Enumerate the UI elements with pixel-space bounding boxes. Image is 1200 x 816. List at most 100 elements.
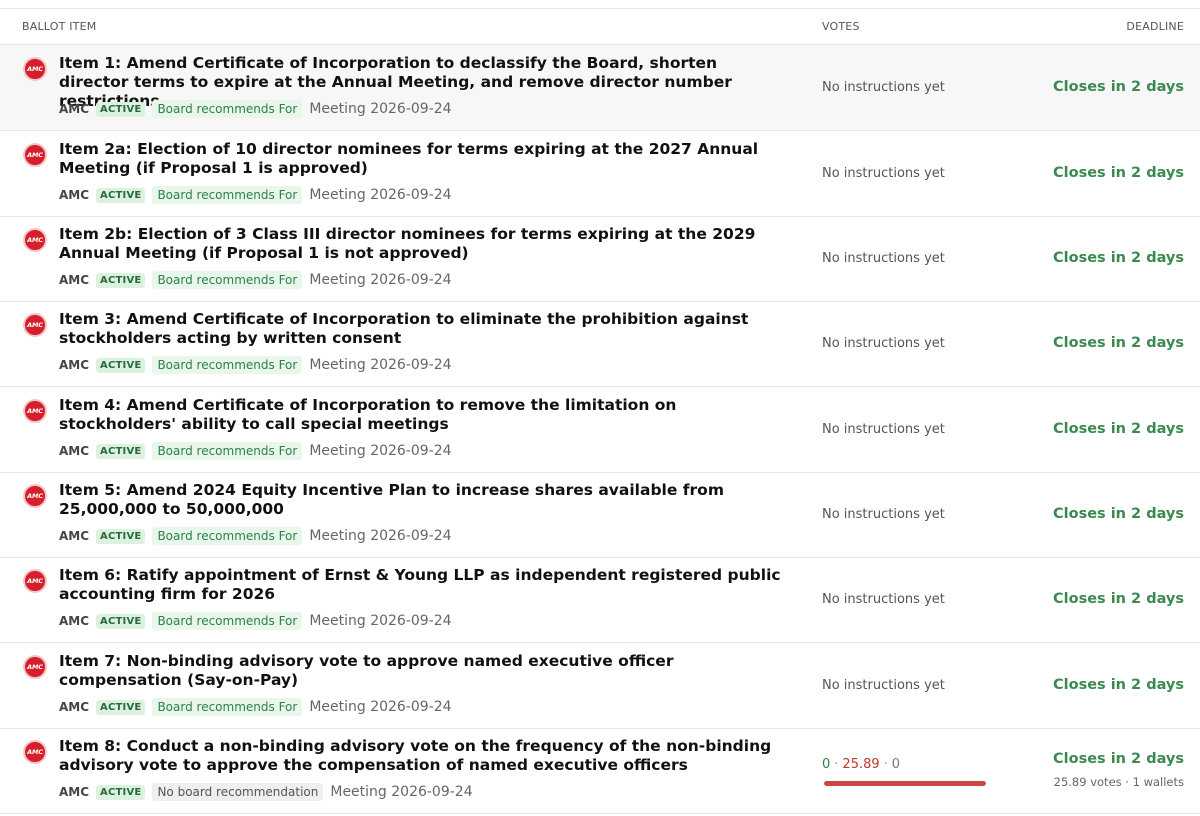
recommendation-badge: Board recommends For: [152, 698, 303, 716]
votes-status: No instructions yet: [822, 80, 945, 95]
ballot-row[interactable]: AMC Item 8: Conduct a non-binding adviso…: [0, 728, 1200, 814]
ticker: AMC: [59, 444, 90, 458]
status-badge: ACTIVE: [96, 613, 146, 629]
status-badge: ACTIVE: [96, 528, 146, 544]
deadline-text: Closes in 2 days: [1053, 421, 1184, 437]
status-badge: ACTIVE: [96, 699, 146, 715]
meeting-date: Meeting 2026-09-24: [330, 784, 473, 800]
recommendation-badge: Board recommends For: [152, 356, 303, 374]
item-meta: AMC ACTIVE Board recommends For Meeting …: [59, 99, 452, 119]
recommendation-badge: Board recommends For: [152, 527, 303, 545]
ticker: AMC: [59, 102, 90, 116]
amc-logo-icon: AMC: [23, 655, 47, 679]
vote-summary: 25.89 votes · 1 wallets: [1053, 775, 1184, 789]
amc-logo-icon: AMC: [23, 57, 47, 81]
deadline-text: Closes in 2 days: [1053, 506, 1184, 522]
ticker: AMC: [59, 700, 90, 714]
votes-status: No instructions yet: [822, 592, 945, 607]
meeting-date: Meeting 2026-09-24: [309, 187, 452, 203]
recommendation-badge: Board recommends For: [152, 186, 303, 204]
deadline-text: Closes in 2 days: [1053, 165, 1184, 181]
item-meta: AMC ACTIVE Board recommends For Meeting …: [59, 355, 452, 375]
amc-logo-icon: AMC: [23, 484, 47, 508]
ticker: AMC: [59, 614, 90, 628]
meeting-date: Meeting 2026-09-24: [309, 101, 452, 117]
ballot-row[interactable]: AMC Item 2a: Election of 10 director nom…: [0, 131, 1200, 217]
ballot-row[interactable]: AMC Item 4: Amend Certificate of Incorpo…: [0, 387, 1200, 473]
amc-logo-icon: AMC: [23, 228, 47, 252]
deadline-text: Closes in 2 days: [1053, 250, 1184, 266]
ballot-item-title[interactable]: Item 6: Ratify appointment of Ernst & Yo…: [59, 566, 789, 604]
votes-status: No instructions yet: [822, 166, 945, 181]
recommendation-badge: No board recommendation: [152, 783, 324, 801]
header-votes: VOTES: [822, 20, 860, 33]
meeting-date: Meeting 2026-09-24: [309, 528, 452, 544]
header-ballot-item: BALLOT ITEM: [22, 20, 97, 33]
status-badge: ACTIVE: [96, 443, 146, 459]
ballot-row[interactable]: AMC Item 7: Non-binding advisory vote to…: [0, 643, 1200, 729]
ballot-row[interactable]: AMC Item 1: Amend Certificate of Incorpo…: [0, 45, 1200, 131]
item-meta: AMC ACTIVE Board recommends For Meeting …: [59, 611, 452, 631]
ballot-item-title[interactable]: Item 3: Amend Certificate of Incorporati…: [59, 310, 789, 348]
amc-logo-icon: AMC: [23, 740, 47, 764]
deadline-text: Closes in 2 days: [1053, 751, 1184, 767]
status-badge: ACTIVE: [96, 187, 146, 203]
amc-logo-icon: AMC: [23, 313, 47, 337]
meeting-date: Meeting 2026-09-24: [309, 272, 452, 288]
amc-logo-icon: AMC: [23, 399, 47, 423]
deadline-text: Closes in 2 days: [1053, 79, 1184, 95]
ballot-row[interactable]: AMC Item 6: Ratify appointment of Ernst …: [0, 557, 1200, 643]
ticker: AMC: [59, 188, 90, 202]
recommendation-badge: Board recommends For: [152, 100, 303, 118]
item-meta: AMC ACTIVE Board recommends For Meeting …: [59, 441, 452, 461]
ballot-table: BALLOT ITEM VOTES DEADLINE AMC Item 1: A…: [0, 0, 1200, 816]
tally-separator: ·: [834, 757, 839, 772]
ballot-item-title[interactable]: Item 7: Non-binding advisory vote to app…: [59, 652, 789, 690]
vote-tally: 0 · 25.89 · 0: [822, 757, 900, 772]
item-meta: AMC ACTIVE No board recommendation Meeti…: [59, 782, 473, 802]
meeting-date: Meeting 2026-09-24: [309, 613, 452, 629]
status-badge: ACTIVE: [96, 272, 146, 288]
recommendation-badge: Board recommends For: [152, 271, 303, 289]
votes-abstain: 0: [891, 757, 901, 772]
ballot-item-title[interactable]: Item 4: Amend Certificate of Incorporati…: [59, 396, 789, 434]
votes-for: 0: [822, 757, 831, 772]
ticker: AMC: [59, 529, 90, 543]
ballot-item-title[interactable]: Item 2a: Election of 10 director nominee…: [59, 140, 789, 178]
status-badge: ACTIVE: [96, 357, 146, 373]
item-meta: AMC ACTIVE Board recommends For Meeting …: [59, 697, 452, 717]
ballot-row[interactable]: AMC Item 2b: Election of 3 Class III dir…: [0, 216, 1200, 302]
item-meta: AMC ACTIVE Board recommends For Meeting …: [59, 270, 452, 290]
recommendation-badge: Board recommends For: [152, 442, 303, 460]
deadline-text: Closes in 2 days: [1053, 335, 1184, 351]
item-meta: AMC ACTIVE Board recommends For Meeting …: [59, 185, 452, 205]
table-header: BALLOT ITEM VOTES DEADLINE: [0, 9, 1200, 45]
recommendation-badge: Board recommends For: [152, 612, 303, 630]
header-deadline: DEADLINE: [1126, 20, 1184, 33]
status-badge: ACTIVE: [96, 784, 146, 800]
ballot-row[interactable]: AMC Item 3: Amend Certificate of Incorpo…: [0, 301, 1200, 387]
tally-separator: ·: [883, 757, 888, 772]
ballot-item-title[interactable]: Item 2b: Election of 3 Class III directo…: [59, 225, 789, 263]
votes-status: No instructions yet: [822, 251, 945, 266]
status-badge: ACTIVE: [96, 101, 146, 117]
vote-progress-bar: [824, 781, 986, 786]
deadline-text: Closes in 2 days: [1053, 677, 1184, 693]
item-meta: AMC ACTIVE Board recommends For Meeting …: [59, 526, 452, 546]
amc-logo-icon: AMC: [23, 569, 47, 593]
ticker: AMC: [59, 785, 90, 799]
meeting-date: Meeting 2026-09-24: [309, 699, 452, 715]
votes-status: No instructions yet: [822, 336, 945, 351]
amc-logo-icon: AMC: [23, 143, 47, 167]
ballot-item-title[interactable]: Item 5: Amend 2024 Equity Incentive Plan…: [59, 481, 789, 519]
ticker: AMC: [59, 273, 90, 287]
ballot-row[interactable]: AMC Item 5: Amend 2024 Equity Incentive …: [0, 472, 1200, 558]
deadline-text: Closes in 2 days: [1053, 591, 1184, 607]
votes-status: No instructions yet: [822, 678, 945, 693]
votes-status: No instructions yet: [822, 422, 945, 437]
vote-progress-fill: [824, 781, 986, 786]
ticker: AMC: [59, 358, 90, 372]
votes-against: 25.89: [842, 757, 880, 772]
ballot-item-title[interactable]: Item 8: Conduct a non-binding advisory v…: [59, 737, 789, 775]
meeting-date: Meeting 2026-09-24: [309, 357, 452, 373]
